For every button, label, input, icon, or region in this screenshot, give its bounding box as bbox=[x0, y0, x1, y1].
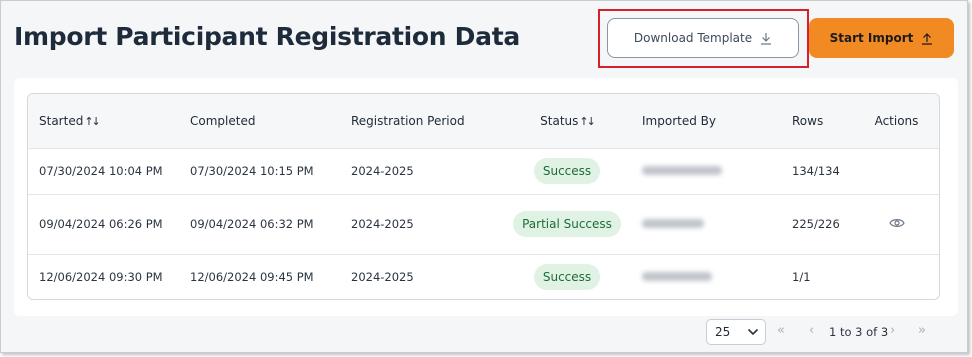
table-header-row: Started↑↓ Completed Registration Period … bbox=[28, 94, 939, 148]
imported-by-redacted bbox=[642, 219, 704, 228]
sort-icon: ↑↓ bbox=[84, 114, 101, 128]
upload-icon bbox=[921, 32, 933, 45]
page-title: Import Participant Registration Data bbox=[14, 22, 520, 51]
page-size-value: 25 bbox=[715, 325, 731, 339]
table-row: 07/30/2024 10:04 PM 07/30/2024 10:15 PM … bbox=[28, 148, 939, 194]
sort-icon: ↑↓ bbox=[579, 114, 596, 128]
next-page-icon[interactable]: › bbox=[890, 323, 895, 338]
status-badge: Partial Success bbox=[513, 211, 621, 237]
first-page-icon[interactable]: « bbox=[777, 323, 785, 338]
actions-cell bbox=[864, 194, 939, 254]
download-template-button[interactable]: Download Template bbox=[607, 18, 799, 58]
table-row: 12/06/2024 09:30 PM 12/06/2024 09:45 PM … bbox=[28, 254, 939, 299]
pagination-info: 1 to 3 of 3 bbox=[829, 325, 889, 339]
started-cell: 07/30/2024 10:04 PM bbox=[39, 164, 163, 178]
col-actions: Actions bbox=[874, 113, 919, 128]
imported-by-redacted bbox=[642, 166, 722, 175]
col-started[interactable]: Started↑↓ bbox=[28, 94, 190, 148]
prev-page-icon[interactable]: ‹ bbox=[809, 323, 814, 338]
col-imported-by: Imported By bbox=[642, 113, 716, 128]
col-completed: Completed bbox=[190, 113, 256, 128]
col-status[interactable]: Status↑↓ bbox=[492, 94, 642, 148]
table-row: 09/04/2024 06:26 PM 09/04/2024 06:32 PM … bbox=[28, 194, 939, 254]
page-size-select[interactable]: 25 bbox=[706, 319, 766, 345]
rows-cell: 1/1 bbox=[792, 270, 811, 285]
imported-by-redacted bbox=[642, 272, 712, 282]
period-cell: 2024-2025 bbox=[351, 217, 414, 231]
last-page-icon[interactable]: » bbox=[918, 323, 926, 338]
status-badge: Success bbox=[533, 158, 601, 184]
col-rows: Rows bbox=[792, 113, 824, 128]
period-cell: 2024-2025 bbox=[351, 164, 414, 178]
completed-cell: 07/30/2024 10:15 PM bbox=[190, 164, 314, 178]
chevron-down-icon bbox=[747, 325, 759, 339]
col-registration-period: Registration Period bbox=[351, 113, 465, 128]
status-badge: Success bbox=[533, 264, 601, 291]
download-icon bbox=[760, 32, 772, 45]
eye-icon[interactable] bbox=[888, 217, 905, 229]
rows-cell: 134/134 bbox=[792, 164, 840, 178]
completed-cell: 09/04/2024 06:32 PM bbox=[190, 217, 314, 231]
imports-table: Started↑↓ Completed Registration Period … bbox=[27, 93, 940, 300]
start-import-button[interactable]: Start Import bbox=[809, 18, 954, 58]
actions-cell bbox=[864, 254, 939, 299]
start-import-label: Start Import bbox=[829, 31, 914, 45]
actions-cell bbox=[864, 148, 939, 194]
period-cell: 2024-2025 bbox=[351, 270, 414, 285]
download-template-label: Download Template bbox=[633, 31, 753, 45]
started-cell: 12/06/2024 09:30 PM bbox=[39, 270, 163, 285]
completed-cell: 12/06/2024 09:45 PM bbox=[190, 270, 314, 285]
rows-cell: 225/226 bbox=[792, 217, 840, 231]
started-cell: 09/04/2024 06:26 PM bbox=[39, 217, 163, 231]
